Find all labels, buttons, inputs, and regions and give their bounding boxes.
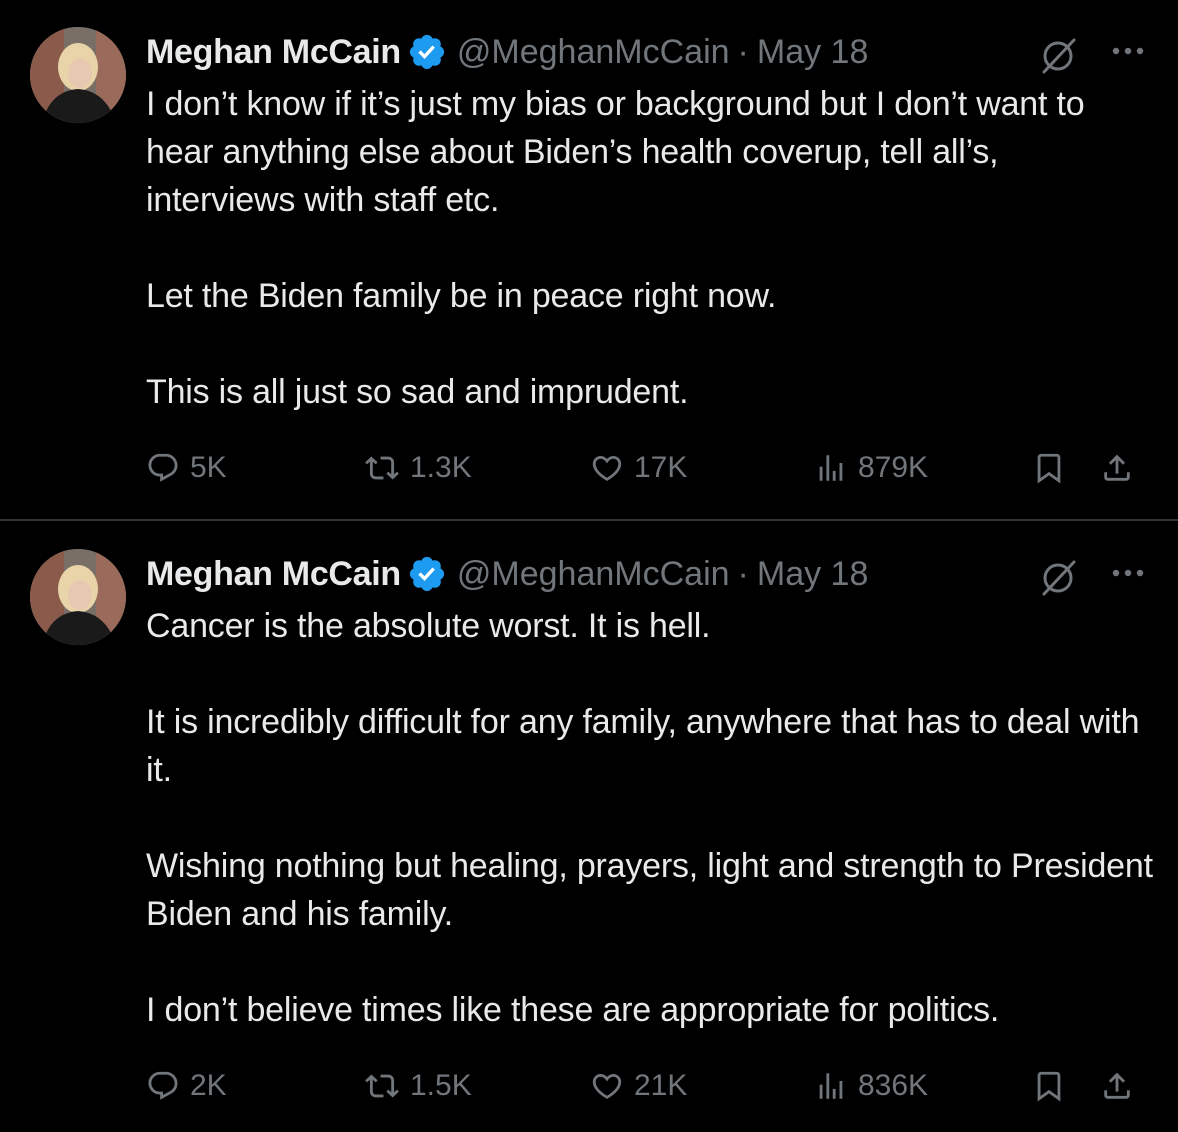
tweet-paragraph: I don’t know if it’s just my bias or bac… [146,85,1085,219]
bookmark-button[interactable] [1032,446,1066,490]
heart-icon [592,455,622,481]
views-icon [819,1073,843,1099]
tweet-header: Meghan McCain @MeghanMcCain · May 18 [146,28,868,76]
separator-dot: · [737,32,749,71]
tweet-paragraph: Wishing nothing but healing, prayers, li… [146,847,1153,933]
bookmark-icon [1037,453,1061,484]
grok-icon[interactable] [1036,554,1080,598]
tweet-paragraph: It is incredibly difficult for any famil… [146,703,1140,789]
like-button[interactable]: 21K [590,1064,687,1108]
share-icon [1104,454,1130,481]
author-handle[interactable]: @MeghanMcCain [457,555,730,594]
repost-button[interactable]: 1.5K [364,1064,472,1108]
tweet-divider [0,519,1178,521]
tweet-paragraph: I don’t believe times like these are app… [146,991,1000,1029]
tweet-text: Cancer is the absolute worst. It is hell… [146,602,1156,1034]
tweet-text: I don’t know if it’s just my bias or bac… [146,80,1156,416]
avatar[interactable] [30,549,126,645]
author-handle[interactable]: @MeghanMcCain [457,33,730,72]
share-button[interactable] [1100,1064,1134,1108]
tweet-paragraph: Let the Biden family be in peace right n… [146,277,777,315]
reply-count: 2K [190,1069,227,1102]
avatar[interactable] [30,27,126,123]
view-count: 879K [858,451,929,484]
tweet-date[interactable]: May 18 [757,555,869,594]
avatar-photo [30,27,126,123]
reply-count: 5K [190,451,227,484]
tweet-paragraph: Cancer is the absolute worst. It is hell… [146,607,711,645]
repost-icon [365,456,399,480]
heart-icon [592,1073,622,1099]
action-bar: 5K 1.3K 17K 879K [146,446,1156,490]
more-options-icon[interactable] [1110,566,1146,580]
bookmark-icon [1037,1071,1061,1102]
share-button[interactable] [1100,446,1134,490]
reply-button[interactable]: 2K [146,1064,227,1108]
repost-button[interactable]: 1.3K [364,446,472,490]
like-count: 21K [634,1069,688,1102]
reply-icon [148,453,178,482]
verified-badge-icon[interactable] [407,32,447,72]
action-bar: 2K 1.5K 21K 836K [146,1064,1156,1108]
repost-icon [365,1074,399,1098]
tweet-header: Meghan McCain @MeghanMcCain · May 18 [146,550,868,598]
tweet-1[interactable]: Meghan McCain @MeghanMcCain · May 18 I d… [0,0,1178,520]
like-button[interactable]: 17K [590,446,687,490]
avatar-photo [30,549,126,645]
views-button[interactable]: 879K [814,446,928,490]
repost-count: 1.5K [410,1069,472,1102]
separator-dot: · [737,554,749,593]
grok-icon[interactable] [1036,32,1080,76]
views-button[interactable]: 836K [814,1064,928,1108]
reply-button[interactable]: 5K [146,446,227,490]
tweet-paragraph: This is all just so sad and imprudent. [146,373,689,411]
author-name[interactable]: Meghan McCain [146,33,401,72]
views-icon [819,455,843,481]
like-count: 17K [634,451,688,484]
reply-icon [148,1071,178,1100]
tweet-2[interactable]: Meghan McCain @MeghanMcCain · May 18 Can… [0,522,1178,1132]
bookmark-button[interactable] [1032,1064,1066,1108]
author-name[interactable]: Meghan McCain [146,555,401,594]
view-count: 836K [858,1069,929,1102]
share-icon [1104,1072,1130,1099]
tweet-date[interactable]: May 18 [757,33,869,72]
repost-count: 1.3K [410,451,472,484]
verified-badge-icon[interactable] [407,554,447,594]
more-options-icon[interactable] [1110,44,1146,58]
